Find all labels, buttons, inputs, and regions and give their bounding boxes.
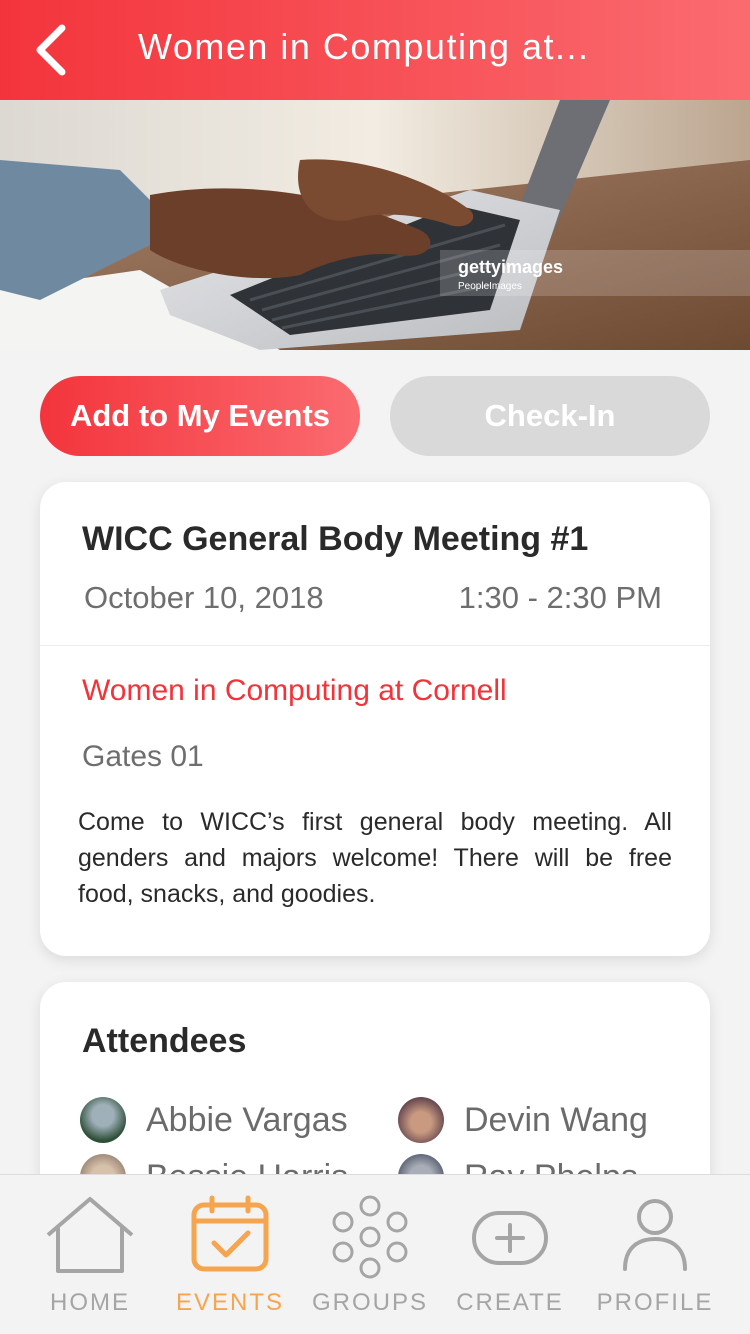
plus-circle-icon [472, 1211, 548, 1265]
event-cover-image: gettyimages PeopleImages [0, 100, 750, 350]
tab-label: CREATE [456, 1289, 564, 1316]
event-organization-link[interactable]: Women in Computing at Cornell [82, 674, 507, 708]
avatar [80, 1097, 126, 1143]
watermark-sub: PeopleImages [458, 281, 522, 292]
profile-icon [623, 1199, 687, 1271]
attendee-name: Devin Wang [464, 1100, 648, 1139]
back-button[interactable] [22, 22, 78, 78]
event-time: 1:30 - 2:30 PM [458, 580, 662, 615]
attendee-item[interactable]: Abbie Vargas [80, 1097, 348, 1143]
card-divider [40, 645, 710, 646]
watermark-brand: gettyimages [458, 257, 563, 277]
event-description: Come to WICC’s first general body meetin… [78, 808, 672, 908]
event-details-card: WICC General Body Meeting #1 October 10,… [40, 482, 710, 956]
home-icon [46, 1197, 134, 1273]
add-to-my-events-button[interactable]: Add to My Events [40, 376, 360, 456]
groups-icon [332, 1195, 408, 1279]
tab-label: EVENTS [175, 1289, 285, 1316]
event-title: WICC General Body Meeting #1 [82, 520, 589, 558]
top-navigation-bar: Women in Computing at... [0, 0, 750, 100]
tab-label: HOME [50, 1289, 130, 1316]
bottom-tab-bar: HOME EVENTS GROUPS CREATE PROFILE [0, 1174, 750, 1334]
chevron-left-icon [36, 24, 66, 76]
tab-label: GROUPS [311, 1289, 428, 1316]
event-date: October 10, 2018 [84, 580, 324, 615]
calendar-icon [191, 1195, 269, 1272]
tab-events[interactable]: EVENTS [155, 1175, 305, 1334]
tab-label: PROFILE [596, 1289, 714, 1316]
check-in-button[interactable]: Check-In [390, 376, 710, 456]
tab-profile[interactable]: PROFILE [580, 1175, 730, 1334]
attendee-name: Abbie Vargas [146, 1100, 348, 1139]
tab-home[interactable]: HOME [15, 1175, 165, 1334]
attendee-item[interactable]: Devin Wang [398, 1097, 648, 1143]
avatar [398, 1097, 444, 1143]
event-location: Gates 01 [82, 740, 204, 773]
tab-groups[interactable]: GROUPS [295, 1175, 445, 1334]
laptop-photo: gettyimages PeopleImages [0, 100, 750, 350]
tab-create[interactable]: CREATE [435, 1175, 585, 1334]
attendees-heading: Attendees [82, 1022, 247, 1060]
page-title: Women in Computing at... [138, 26, 590, 67]
